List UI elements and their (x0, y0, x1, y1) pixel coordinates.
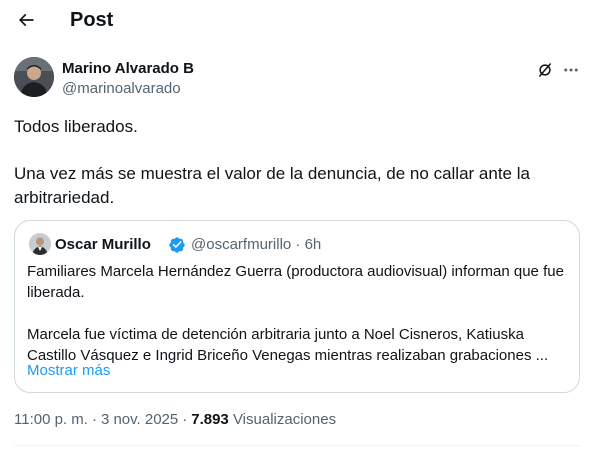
more-options-button[interactable] (560, 59, 582, 81)
quoted-post-text: Familiares Marcela Hernández Guerra (pro… (27, 261, 571, 366)
post-metadata: 11:00 p. m. · 3 nov. 2025 · 7.893 Visualizac… (14, 410, 336, 430)
back-button[interactable] (14, 8, 38, 32)
page-title: Post (70, 9, 114, 31)
post-text: Todos liberados. Una vez más se muestra … (14, 115, 574, 210)
separator-dot: · (182, 411, 188, 428)
views-count: 7.893 (191, 411, 229, 428)
separator-dot: · (91, 411, 97, 428)
verified-badge-icon (168, 236, 186, 254)
author-handle[interactable]: @marinoalvarado (62, 79, 181, 98)
avatar[interactable] (14, 57, 54, 97)
post-time[interactable]: 11:00 p. m. (14, 411, 88, 428)
views-label: Visualizaciones (232, 411, 337, 428)
post-author: Marino Alvarado B @marinoalvarado (14, 57, 580, 101)
quoted-post-card[interactable]: Oscar Murillo @oscarfmurillo · 6h Famili… (14, 220, 580, 393)
grok-button[interactable] (534, 59, 556, 81)
quoted-paragraph-2: Marcela fue víctima de detención arbitra… (27, 326, 549, 364)
arrow-left-icon (18, 13, 34, 27)
post-text-line-1: Todos liberados. (14, 117, 138, 136)
post-text-line-2: Una vez más se muestra el valor de la de… (14, 164, 530, 207)
more-horizontal-icon (564, 68, 578, 72)
quoted-avatar[interactable] (29, 233, 51, 255)
post-date[interactable]: 3 nov. 2025 (101, 411, 178, 428)
quoted-paragraph-1: Familiares Marcela Hernández Guerra (pro… (27, 263, 564, 301)
quoted-author-handle-time[interactable]: @oscarfmurillo · 6h (191, 235, 321, 254)
author-name[interactable]: Marino Alvarado B (62, 59, 194, 78)
divider (14, 445, 580, 446)
grok-icon (539, 63, 551, 77)
page-header: Post (0, 0, 590, 40)
quoted-author-name[interactable]: Oscar Murillo (55, 235, 151, 254)
show-more-link[interactable]: Mostrar más (27, 361, 110, 381)
